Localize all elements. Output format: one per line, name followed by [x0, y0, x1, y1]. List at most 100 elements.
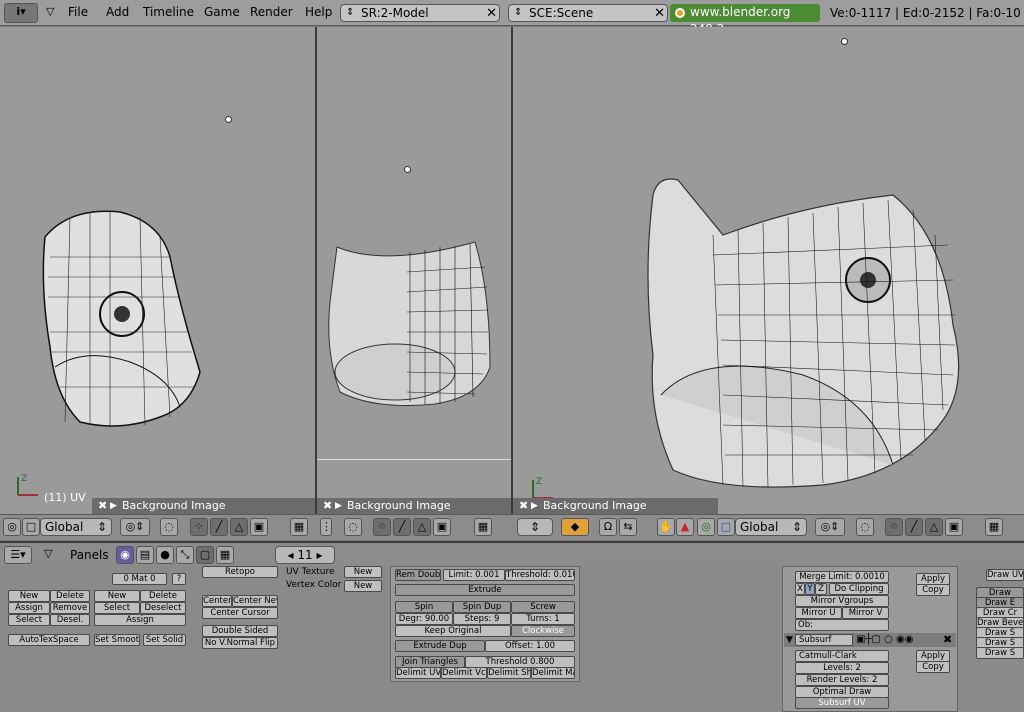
material-query-button[interactable]: ? — [172, 573, 186, 585]
render-preview-icon[interactable]: ▦ — [474, 518, 492, 536]
manipulator-icon[interactable]: ◌ — [856, 518, 874, 536]
expand-triangle-icon[interactable]: ▼ — [786, 635, 793, 645]
occlude-icon[interactable]: ▣ — [250, 518, 268, 536]
edge-select-icon[interactable]: ╱ — [905, 518, 923, 536]
extrude-dup-button[interactable]: Extrude Dup — [395, 640, 485, 652]
spin-dup-button[interactable]: Spin Dup — [453, 601, 511, 613]
orientation-select[interactable]: Global ⇕ — [735, 518, 807, 536]
expand-triangle-icon[interactable]: ▶ — [335, 498, 342, 514]
scroll-handle[interactable]: ⋮ — [320, 518, 332, 536]
edit-mode-icon[interactable]: ◎ — [3, 518, 21, 536]
draw-toggle-7[interactable]: Draw S — [976, 647, 1024, 659]
grab-hand-icon[interactable]: ✋ — [657, 518, 675, 536]
vgroup-assign-button[interactable]: Assign — [94, 614, 186, 626]
menu-game[interactable]: Game — [204, 5, 240, 19]
do-clipping-toggle[interactable]: Do Clipping — [829, 583, 889, 595]
subsurf-copy-button[interactable]: Copy — [916, 661, 950, 673]
autotexspace-toggle[interactable]: AutoTexSpace — [8, 634, 90, 646]
object-icon[interactable]: ⤡ — [176, 546, 194, 564]
screw-button[interactable]: Screw — [511, 601, 575, 613]
delimit-mat-toggle[interactable]: Delimit Ma — [531, 667, 575, 679]
mirror-x-toggle[interactable]: X — [795, 583, 805, 595]
subdivision-type-select[interactable]: Catmull-Clark — [795, 650, 889, 662]
mat-new-button[interactable]: New — [8, 590, 50, 602]
background-image-panel[interactable]: ✖ ▶ Background Image — [317, 498, 511, 514]
mirror-v-toggle[interactable]: Mirror V — [842, 607, 889, 619]
merge-limit-field[interactable]: Merge Limit: 0.0010 — [795, 571, 889, 583]
pivot-icon[interactable]: ◎⇕ — [815, 518, 845, 536]
window-type-icon[interactable]: ☰▾ — [4, 546, 32, 564]
expand-triangle-icon[interactable]: ▶ — [531, 498, 538, 514]
menu-file[interactable]: File — [68, 5, 88, 19]
threshold-field[interactable]: Threshold: 0.010 — [505, 569, 575, 581]
draw-type-icon[interactable]: □ — [22, 518, 40, 536]
extrude-button[interactable]: Extrude — [395, 584, 575, 596]
steps-field[interactable]: Steps: 9 — [453, 613, 511, 625]
mat-deselect-button[interactable]: Desel. — [50, 614, 90, 626]
spin-button[interactable]: Spin — [395, 601, 453, 613]
pivot-icon[interactable]: ◎⇕ — [120, 518, 150, 536]
keep-original-toggle[interactable]: Keep Original — [395, 625, 511, 637]
double-sided-toggle[interactable]: Double Sided — [202, 625, 278, 637]
background-image-panel[interactable]: ✖ ▶ Background Image — [513, 498, 718, 514]
delimit-vcol-toggle[interactable]: Delimit Vco — [441, 667, 487, 679]
view-select[interactable]: ⇕ — [517, 518, 553, 536]
menu-timeline[interactable]: Timeline — [143, 5, 194, 19]
subsurf-uv-toggle[interactable]: Subsurf UV — [795, 697, 889, 709]
viewport-right[interactable]: Z ✖ ▶ Background Image — [513, 27, 1024, 514]
mirror-u-toggle[interactable]: Mirror U — [795, 607, 842, 619]
turns-field[interactable]: Turns: 1 — [511, 613, 575, 625]
menu-help[interactable]: Help — [305, 5, 332, 19]
vgroup-deselect-button[interactable]: Deselect — [140, 602, 186, 614]
draw-type-icon[interactable]: □ — [717, 518, 735, 536]
close-icon[interactable]: ✖ — [943, 633, 952, 646]
logic-icon[interactable]: ◉ — [116, 546, 134, 564]
mirror-copy-button[interactable]: Copy — [916, 584, 950, 596]
manipulator-icon[interactable]: ◌ — [344, 518, 362, 536]
draw-uv-toggle[interactable]: Draw UV — [986, 569, 1024, 581]
snap-icon[interactable]: ⇆ — [619, 518, 637, 536]
offset-field[interactable]: Offset: 1.00 — [485, 640, 575, 652]
proportional-icon[interactable]: Ω — [599, 518, 617, 536]
editing-icon[interactable]: ▢ — [196, 546, 214, 564]
mat-select-button[interactable]: Select — [8, 614, 50, 626]
panels-label[interactable]: Panels — [70, 548, 109, 562]
delimit-uv-toggle[interactable]: Delimit UV — [395, 667, 441, 679]
background-image-panel[interactable]: ✖ ▶ Background Image — [92, 498, 315, 514]
material-index[interactable]: 0 Mat 0 — [112, 573, 167, 585]
mesh-object[interactable] — [30, 177, 220, 437]
edge-select-icon[interactable]: ╱ — [210, 518, 228, 536]
mat-delete-button[interactable]: Delete — [50, 590, 90, 602]
limit-field[interactable]: Limit: 0.001 — [443, 569, 505, 581]
viewport-middle[interactable]: ✖ ▶ Background Image — [317, 27, 513, 514]
no-vnormal-flip-toggle[interactable]: No V.Normal Flip — [202, 637, 278, 649]
render-preview-icon[interactable]: ▦ — [290, 518, 308, 536]
close-icon[interactable]: ✖ — [98, 498, 107, 514]
modifier-display-icons[interactable]: ▣┼▢ ○ ◉◉ — [856, 634, 913, 645]
vgroup-new-button[interactable]: New — [94, 590, 140, 602]
scene-selector[interactable]: ⇕ SCE:Scene ✕ — [508, 4, 668, 22]
mat-remove-button[interactable]: Remove — [50, 602, 90, 614]
menu-add[interactable]: Add — [106, 5, 129, 19]
mirror-z-toggle[interactable]: Z — [815, 583, 827, 595]
expand-triangle-icon[interactable]: ▶ — [110, 498, 117, 514]
close-icon[interactable]: ✖ — [519, 498, 528, 514]
viewport-left[interactable]: Z (11) UV ✖ ▶ Background Image — [0, 27, 317, 514]
mirror-vgroups-toggle[interactable]: Mirror Vgroups — [795, 595, 889, 607]
close-icon[interactable]: ✕ — [654, 6, 665, 22]
script-icon[interactable]: ▤ — [136, 546, 154, 564]
mesh-object[interactable] — [325, 232, 505, 417]
degrees-field[interactable]: Degr: 90.00 — [395, 613, 453, 625]
face-select-icon[interactable]: △ — [925, 518, 943, 536]
face-select-icon[interactable]: △ — [230, 518, 248, 536]
orientation-select[interactable]: Global ⇕ — [40, 518, 112, 536]
center-button[interactable]: Center — [202, 595, 232, 607]
delimit-sharp-toggle[interactable]: Delimit Sha — [487, 667, 531, 679]
render-preview-icon[interactable]: ▦ — [985, 518, 1003, 536]
close-icon[interactable]: ✖ — [323, 498, 332, 514]
center-new-button[interactable]: Center New — [232, 595, 278, 607]
render-levels-field[interactable]: Render Levels: 2 — [795, 674, 889, 686]
occlude-icon[interactable]: ▣ — [945, 518, 963, 536]
face-select-icon[interactable]: △ — [413, 518, 431, 536]
collapse-triangle-icon[interactable]: ▽ — [44, 547, 52, 560]
